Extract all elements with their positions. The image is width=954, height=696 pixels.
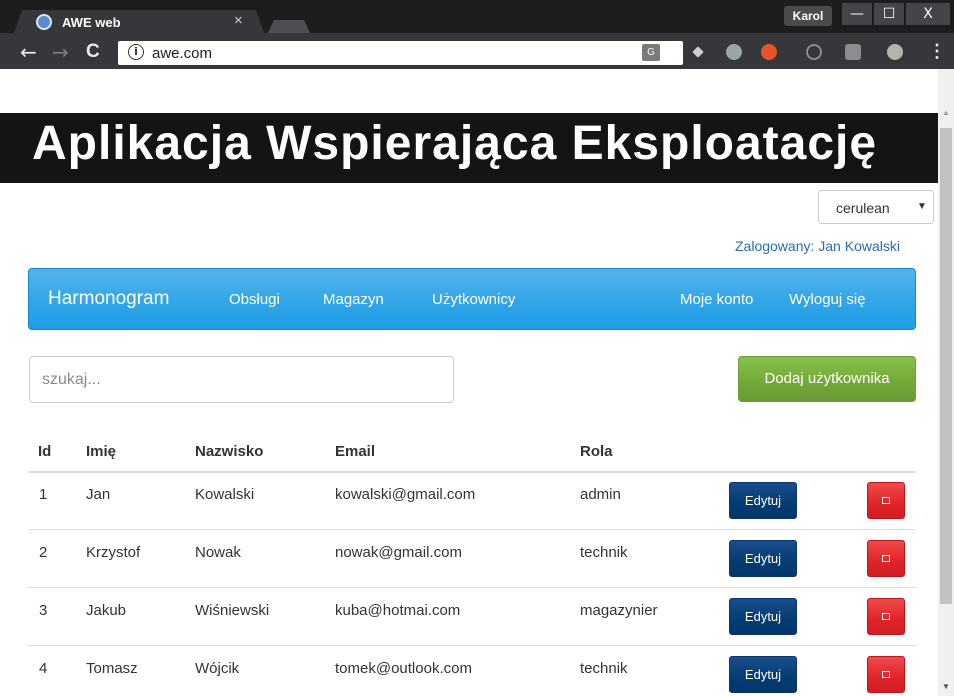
table-row-divider <box>28 587 916 588</box>
reload-extension-icon[interactable] <box>806 44 822 60</box>
nav-item-magazyn[interactable]: Magazyn <box>323 291 384 308</box>
row-2-delete-button[interactable] <box>867 540 905 577</box>
table-row-divider <box>28 529 916 530</box>
trash-icon <box>882 671 890 678</box>
translate-icon[interactable]: G <box>642 44 660 61</box>
row-1-role: admin <box>580 486 621 503</box>
row-2-role: technik <box>580 544 628 561</box>
scroll-down-arrow-icon[interactable]: ▼ <box>942 682 950 691</box>
row-1-email: kowalski@gmail.com <box>335 486 476 503</box>
row-2-edit-button[interactable]: Edytuj <box>729 540 797 577</box>
tab-close-icon[interactable]: × <box>234 12 243 29</box>
trash-icon <box>882 613 890 620</box>
scrollbar-thumb[interactable] <box>940 128 952 604</box>
row-3-first-name: Jakub <box>86 602 127 619</box>
navbar-brand[interactable]: Harmonogram <box>48 288 169 310</box>
row-2-first-name: Krzystof <box>86 544 141 561</box>
row-4-last-name: Wójcik <box>195 660 240 677</box>
row-4-email: tomek@outlook.com <box>335 660 472 677</box>
row-1-last-name: Kowalski <box>195 486 255 503</box>
nav-item-wyloguj[interactable]: Wyloguj się <box>789 291 866 308</box>
row-4-edit-button[interactable]: Edytuj <box>729 656 797 693</box>
row-4-id: 4 <box>39 660 48 677</box>
window-minimize-button[interactable]: — <box>842 3 872 25</box>
site-favicon-icon <box>36 14 52 30</box>
window-maximize-button[interactable]: ☐ <box>874 3 904 25</box>
forward-arrow-icon[interactable]: → <box>52 40 69 64</box>
theme-select-value[interactable]: cerulean <box>836 200 890 216</box>
row-2-last-name: Nowak <box>195 544 241 561</box>
row-3-id: 3 <box>39 602 48 619</box>
row-1-edit-button[interactable]: Edytuj <box>729 482 797 519</box>
row-2-email: nowak@gmail.com <box>335 544 462 561</box>
chevron-down-icon[interactable]: ▼ <box>917 201 927 212</box>
reload-icon[interactable]: C <box>86 41 100 63</box>
logged-in-user: Zalogowany: Jan Kowalski <box>735 238 900 254</box>
table-header-divider <box>28 471 916 473</box>
row-3-role: magazynier <box>580 602 658 619</box>
row-3-last-name: Wiśniewski <box>195 602 270 619</box>
nav-item-moje-konto[interactable]: Moje konto <box>680 291 753 308</box>
nav-item-uzytkownicy[interactable]: Użytkownicy <box>432 291 515 308</box>
row-1-id: 1 <box>39 486 48 503</box>
red-extension-icon[interactable] <box>761 44 777 60</box>
row-3-email: kuba@hotmai.com <box>335 602 461 619</box>
browser-menu-icon[interactable]: ⋮ <box>928 41 946 62</box>
shield-icon[interactable] <box>845 44 861 60</box>
nav-item-obslugi[interactable]: Obsługi <box>229 291 280 308</box>
row-4-role: technik <box>580 660 628 677</box>
column-header-role: Rola <box>580 443 613 460</box>
add-user-button[interactable]: Dodaj użytkownika <box>738 356 916 402</box>
row-1-delete-button[interactable] <box>867 482 905 519</box>
cloud-icon[interactable] <box>726 44 742 60</box>
table-row-divider <box>28 645 916 646</box>
new-tab-button[interactable] <box>268 20 310 33</box>
row-3-delete-button[interactable] <box>867 598 905 635</box>
profile-button[interactable]: Karol <box>784 6 832 26</box>
scroll-up-arrow-icon[interactable]: ▲ <box>942 108 950 117</box>
skype-icon[interactable] <box>887 44 903 60</box>
row-4-first-name: Tomasz <box>86 660 138 677</box>
column-header-email: Email <box>335 443 376 460</box>
row-3-edit-button[interactable]: Edytuj <box>729 598 797 635</box>
back-arrow-icon[interactable]: ← <box>20 40 37 64</box>
site-info-icon[interactable]: i <box>128 44 144 60</box>
page-title: Aplikacja Wspierająca Eksploatację <box>32 117 878 170</box>
row-4-delete-button[interactable] <box>867 656 905 693</box>
trash-icon <box>882 497 890 504</box>
column-header-id: Id <box>38 443 52 460</box>
column-header-last-name: Nazwisko <box>195 443 264 460</box>
url-text[interactable]: awe.com <box>152 45 212 62</box>
row-2-id: 2 <box>39 544 48 561</box>
search-input[interactable] <box>29 356 454 403</box>
column-header-first-name: Imię <box>86 443 117 460</box>
tab-title: AWE web <box>62 15 121 30</box>
window-close-button[interactable]: X <box>906 3 950 25</box>
row-1-first-name: Jan <box>86 486 111 503</box>
trash-icon <box>882 555 890 562</box>
